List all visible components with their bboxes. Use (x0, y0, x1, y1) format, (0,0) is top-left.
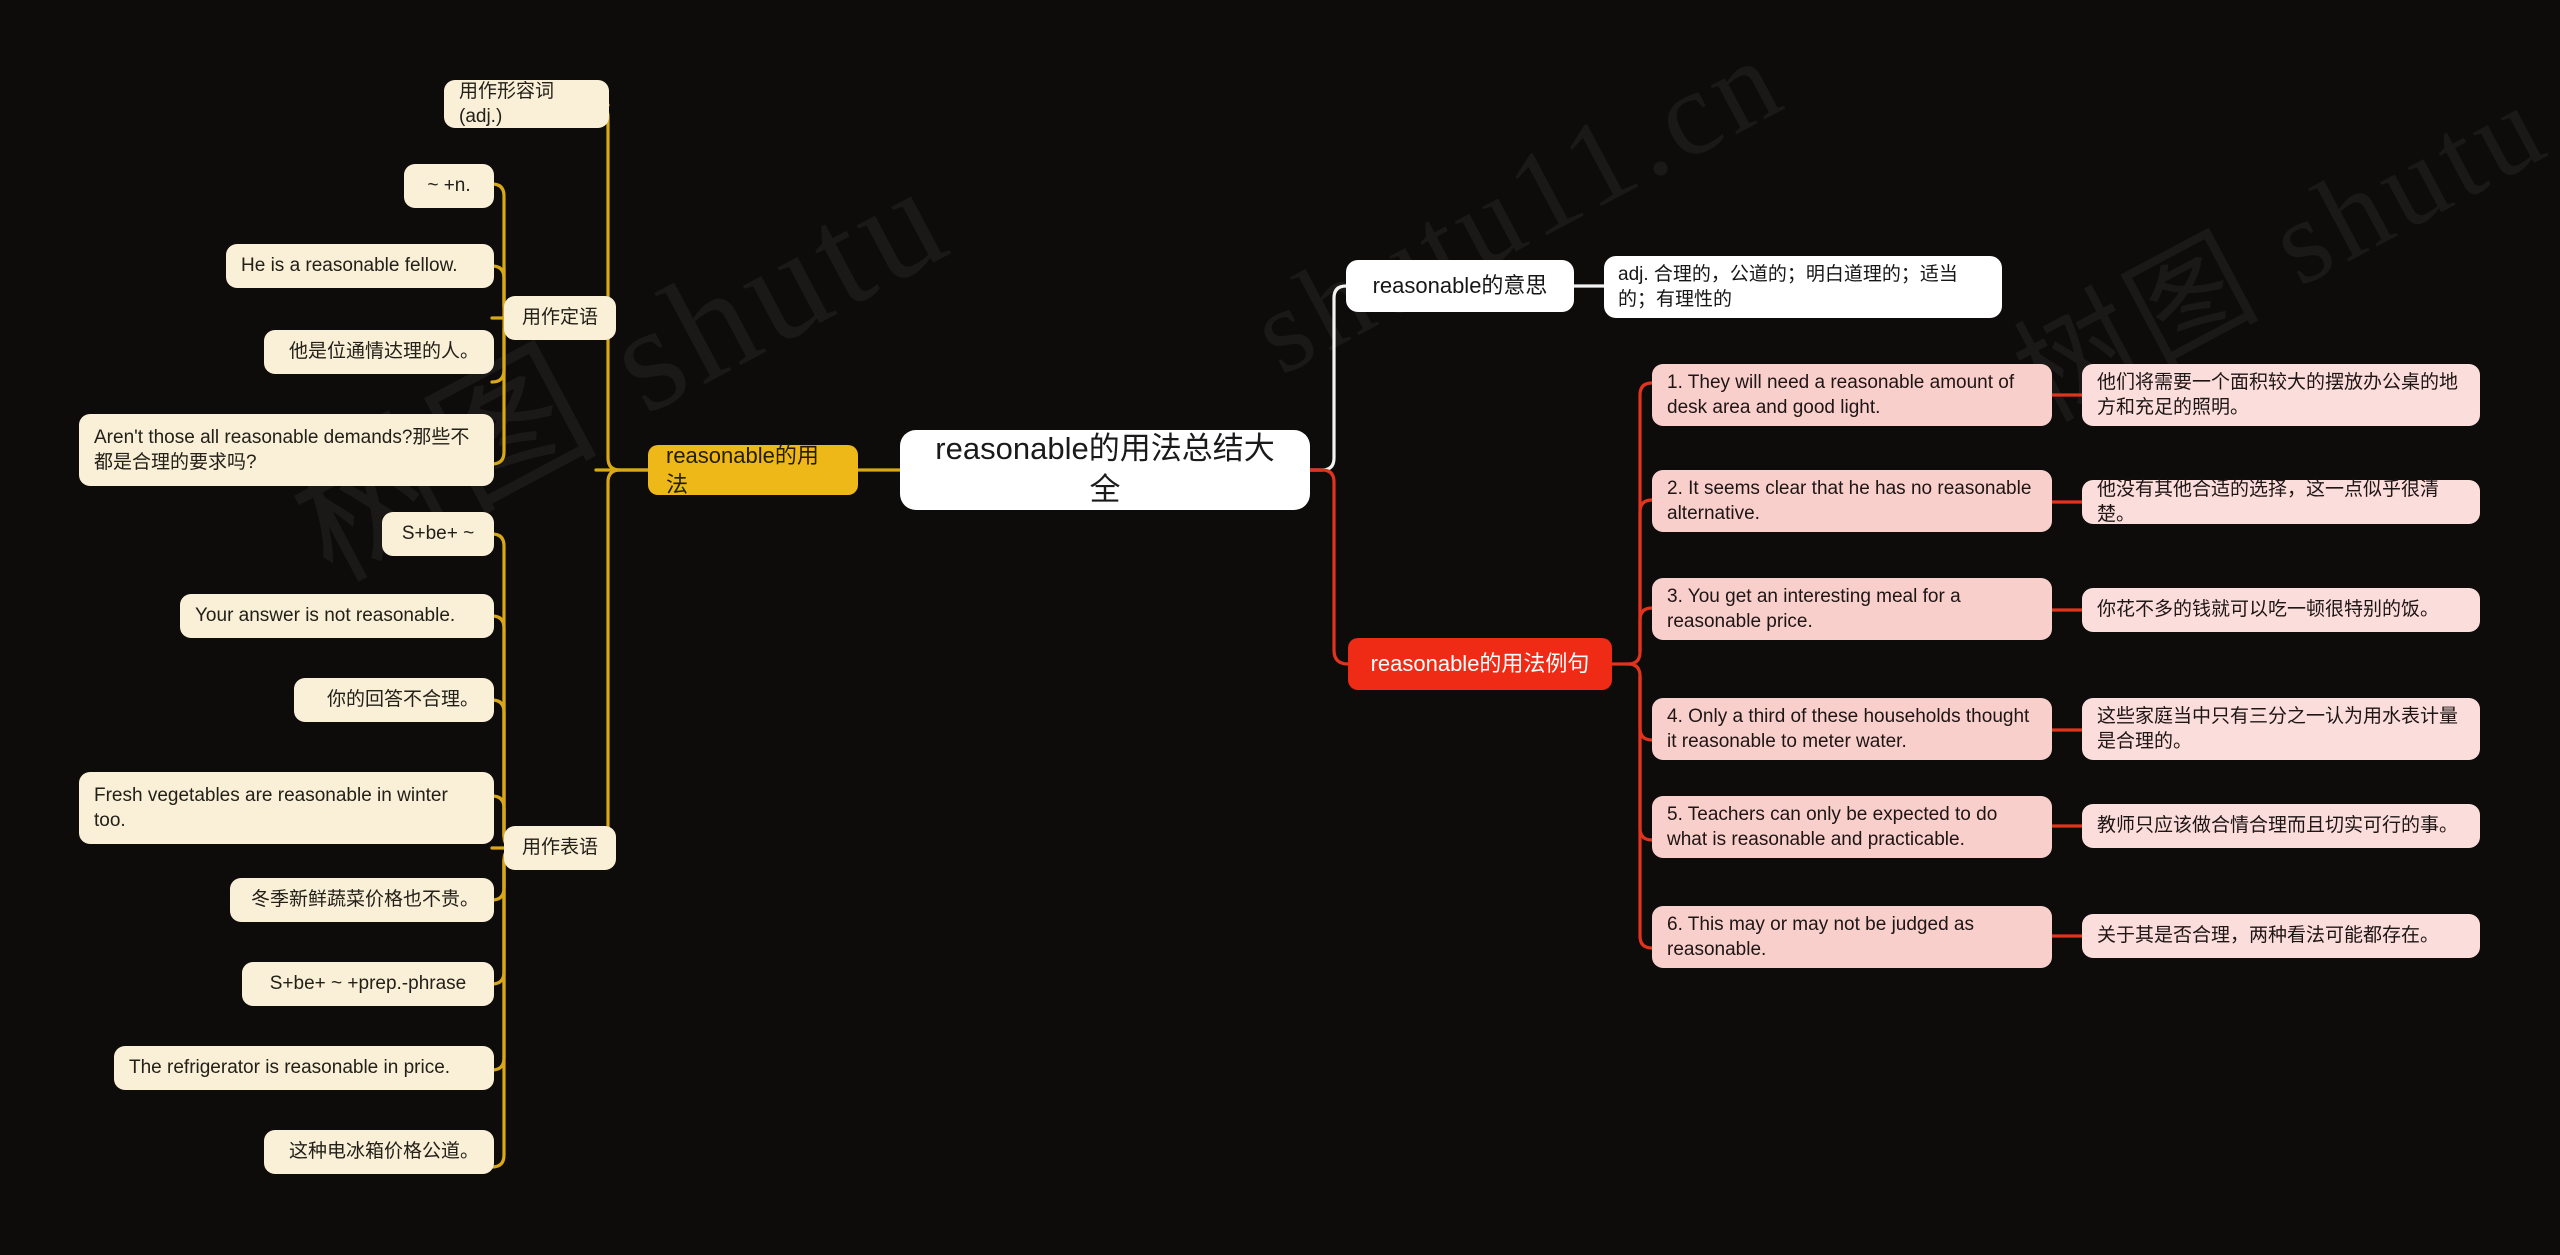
node-meaning-definition[interactable]: adj. 合理的，公道的；明白道理的；适当的；有理性的 (1604, 256, 2002, 318)
node-pattern-sbe[interactable]: S+be+ ~ (382, 512, 494, 556)
node-predicative[interactable]: 用作表语 (504, 826, 616, 870)
node-example-fellow-zh[interactable]: 他是位通情达理的人。 (264, 330, 494, 374)
example-zh-1[interactable]: 他们将需要一个面积较大的摆放办公桌的地方和充足的照明。 (2082, 364, 2480, 426)
example-en-3[interactable]: 3. You get an interesting meal for a rea… (1652, 578, 2052, 640)
node-example-fellow-en[interactable]: He is a reasonable fellow. (226, 244, 494, 288)
example-en-5[interactable]: 5. Teachers can only be expected to do w… (1652, 796, 2052, 858)
branch-node-usage[interactable]: reasonable的用法 (648, 443, 858, 497)
example-zh-2[interactable]: 他没有其他合适的选择，这一点似乎很清楚。 (2082, 479, 2480, 525)
node-adjective-usage[interactable]: 用作形容词(adj.) (444, 80, 609, 128)
node-example-answer-zh[interactable]: 你的回答不合理。 (294, 678, 494, 722)
example-zh-4[interactable]: 这些家庭当中只有三分之一认为用水表计量是合理的。 (2082, 698, 2480, 760)
example-zh-3[interactable]: 你花不多的钱就可以吃一顿很特别的饭。 (2082, 588, 2480, 632)
node-pattern-n[interactable]: ~ +n. (404, 164, 494, 208)
node-example-refrigerator-en[interactable]: The refrigerator is reasonable in price. (114, 1046, 494, 1090)
node-example-refrigerator-zh[interactable]: 这种电冰箱价格公道。 (264, 1130, 494, 1174)
example-en-2[interactable]: 2. It seems clear that he has no reasona… (1652, 470, 2052, 532)
branch-node-examples[interactable]: reasonable的用法例句 (1348, 638, 1612, 690)
example-zh-6[interactable]: 关于其是否合理，两种看法可能都存在。 (2082, 914, 2480, 958)
node-pattern-sbe-prep[interactable]: S+be+ ~ +prep.-phrase (242, 962, 494, 1006)
example-en-1[interactable]: 1. They will need a reasonable amount of… (1652, 364, 2052, 426)
watermark-center: shutu11.cn (1230, 10, 1805, 400)
node-example-demands[interactable]: Aren't those all reasonable demands?那些不都… (79, 414, 494, 486)
node-example-answer-en[interactable]: Your answer is not reasonable. (180, 594, 494, 638)
node-example-vegetables-en[interactable]: Fresh vegetables are reasonable in winte… (79, 772, 494, 844)
example-zh-5[interactable]: 教师只应该做合情合理而且切实可行的事。 (2082, 804, 2480, 848)
root-node[interactable]: reasonable的用法总结大全 (900, 430, 1310, 510)
node-attributive[interactable]: 用作定语 (504, 296, 616, 340)
mindmap-canvas: 树图 shutu shutu11.cn 树图 shutu reasonable的… (0, 0, 2560, 1255)
node-example-vegetables-zh[interactable]: 冬季新鲜蔬菜价格也不贵。 (230, 878, 494, 922)
example-en-6[interactable]: 6. This may or may not be judged as reas… (1652, 906, 2052, 968)
branch-node-meaning[interactable]: reasonable的意思 (1346, 260, 1574, 312)
example-en-4[interactable]: 4. Only a third of these households thou… (1652, 698, 2052, 760)
